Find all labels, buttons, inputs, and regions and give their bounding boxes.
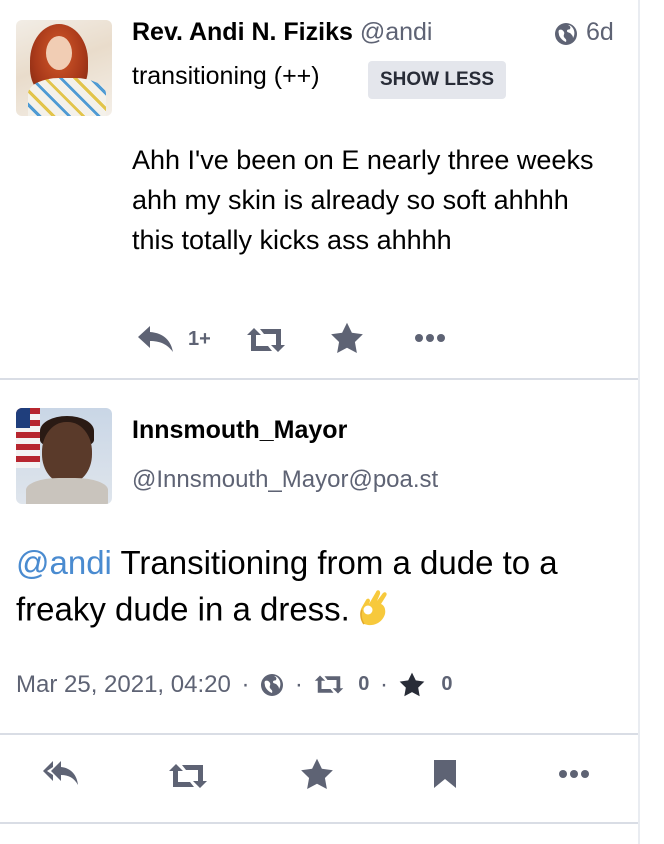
avatar-face <box>46 36 72 70</box>
avatar[interactable] <box>16 20 112 116</box>
status-content: @andi Transitioning from a dude to a fre… <box>16 540 626 638</box>
retweet-icon <box>314 674 344 695</box>
star-icon[interactable] <box>330 322 364 354</box>
favourite-count[interactable]: 0 <box>441 673 452 696</box>
separator: · <box>294 670 303 698</box>
status-andi[interactable]: Rev. Andi N. Fiziks @andi 6d transitioni… <box>0 0 640 378</box>
display-name[interactable]: Rev. Andi N. Fiziks @andi <box>132 18 432 47</box>
account-handle[interactable]: @Innsmouth_Mayor@poa.st <box>132 466 438 494</box>
separator: · <box>241 670 250 698</box>
globe-icon <box>260 673 284 697</box>
avatar-shirt <box>28 78 106 116</box>
status-divider <box>0 378 638 380</box>
action-bar-divider-bottom <box>0 822 638 824</box>
avatar[interactable] <box>16 408 112 504</box>
retweet-icon[interactable] <box>246 326 286 354</box>
ellipsis-icon[interactable] <box>558 768 590 780</box>
separator: · <box>379 670 388 698</box>
boost-count[interactable]: 0 <box>358 673 369 696</box>
action-bar-divider-top <box>0 733 638 735</box>
show-less-button[interactable]: SHOW LESS <box>368 61 507 99</box>
display-name-text[interactable]: Rev. Andi N. Fiziks <box>132 18 353 46</box>
status-content: Ahh I've been on E nearly three weeks ah… <box>132 145 594 255</box>
status-meta: Mar 25, 2021, 04:20 · · 0 · 0 <box>16 670 452 704</box>
reply-all-icon[interactable] <box>136 322 176 354</box>
retweet-icon[interactable] <box>168 762 208 790</box>
absolute-timestamp[interactable]: Mar 25, 2021, 04:20 <box>16 671 231 699</box>
mention-link[interactable]: @andi <box>16 544 112 581</box>
globe-icon <box>554 22 578 46</box>
account-handle[interactable]: @andi <box>360 18 433 46</box>
relative-timestamp[interactable]: 6d <box>586 18 614 47</box>
avatar-face <box>42 422 92 484</box>
content-warning: transitioning (++) <box>132 62 320 90</box>
ellipsis-icon[interactable] <box>414 332 446 344</box>
reply-count: 1+ <box>188 328 211 350</box>
star-icon <box>399 672 425 697</box>
display-name[interactable]: Innsmouth_Mayor <box>132 416 347 445</box>
avatar-flag-canton <box>16 408 30 428</box>
bookmark-icon[interactable] <box>432 758 458 790</box>
reply-all-icon[interactable] <box>42 758 80 788</box>
star-icon[interactable] <box>300 758 334 790</box>
ok-hand-emoji <box>356 586 392 638</box>
avatar-body <box>26 478 108 504</box>
